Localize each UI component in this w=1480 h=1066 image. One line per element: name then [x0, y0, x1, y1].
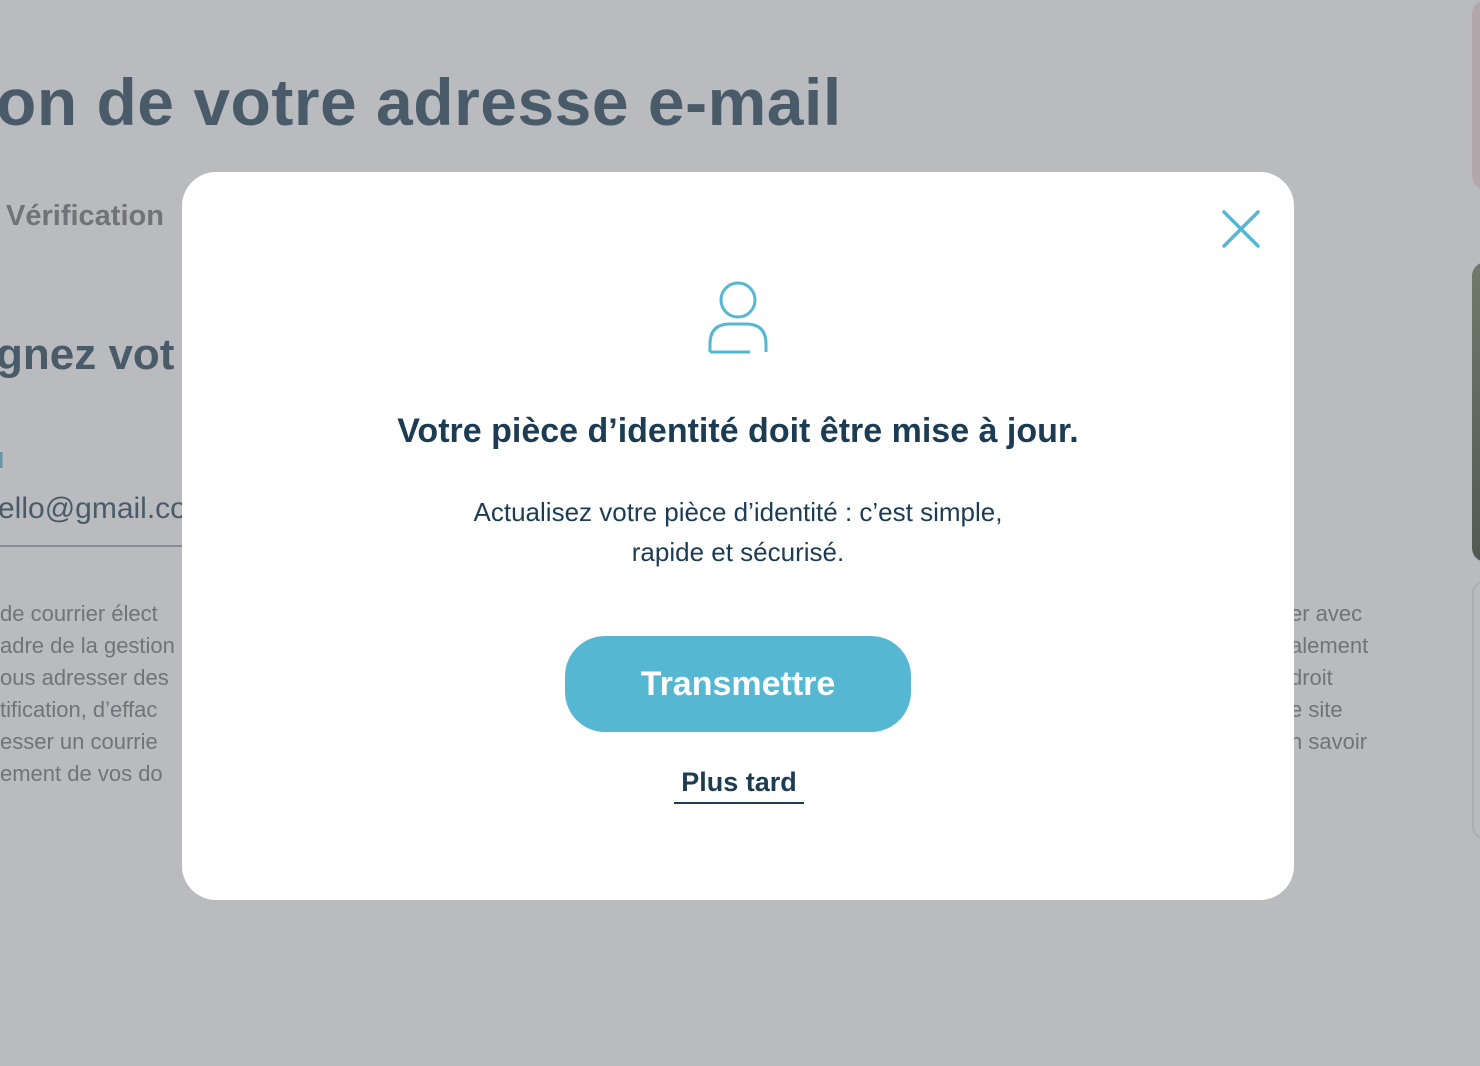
close-button[interactable] — [1218, 206, 1264, 252]
user-icon — [708, 281, 768, 354]
transmit-button[interactable]: Transmettre — [565, 636, 911, 732]
description-line: rapide et sécurisé. — [631, 537, 845, 567]
dialog-title: Votre pièce d’identité doit être mise à … — [397, 412, 1079, 450]
later-link[interactable]: Plus tard — [674, 767, 804, 804]
dialog-description: Actualisez votre pièce d’identité : c’es… — [418, 492, 1058, 572]
description-line: Actualisez votre pièce d’identité : c’es… — [473, 497, 1003, 527]
identity-update-dialog: Votre pièce d’identité doit être mise à … — [182, 172, 1294, 900]
close-icon — [1222, 210, 1260, 248]
